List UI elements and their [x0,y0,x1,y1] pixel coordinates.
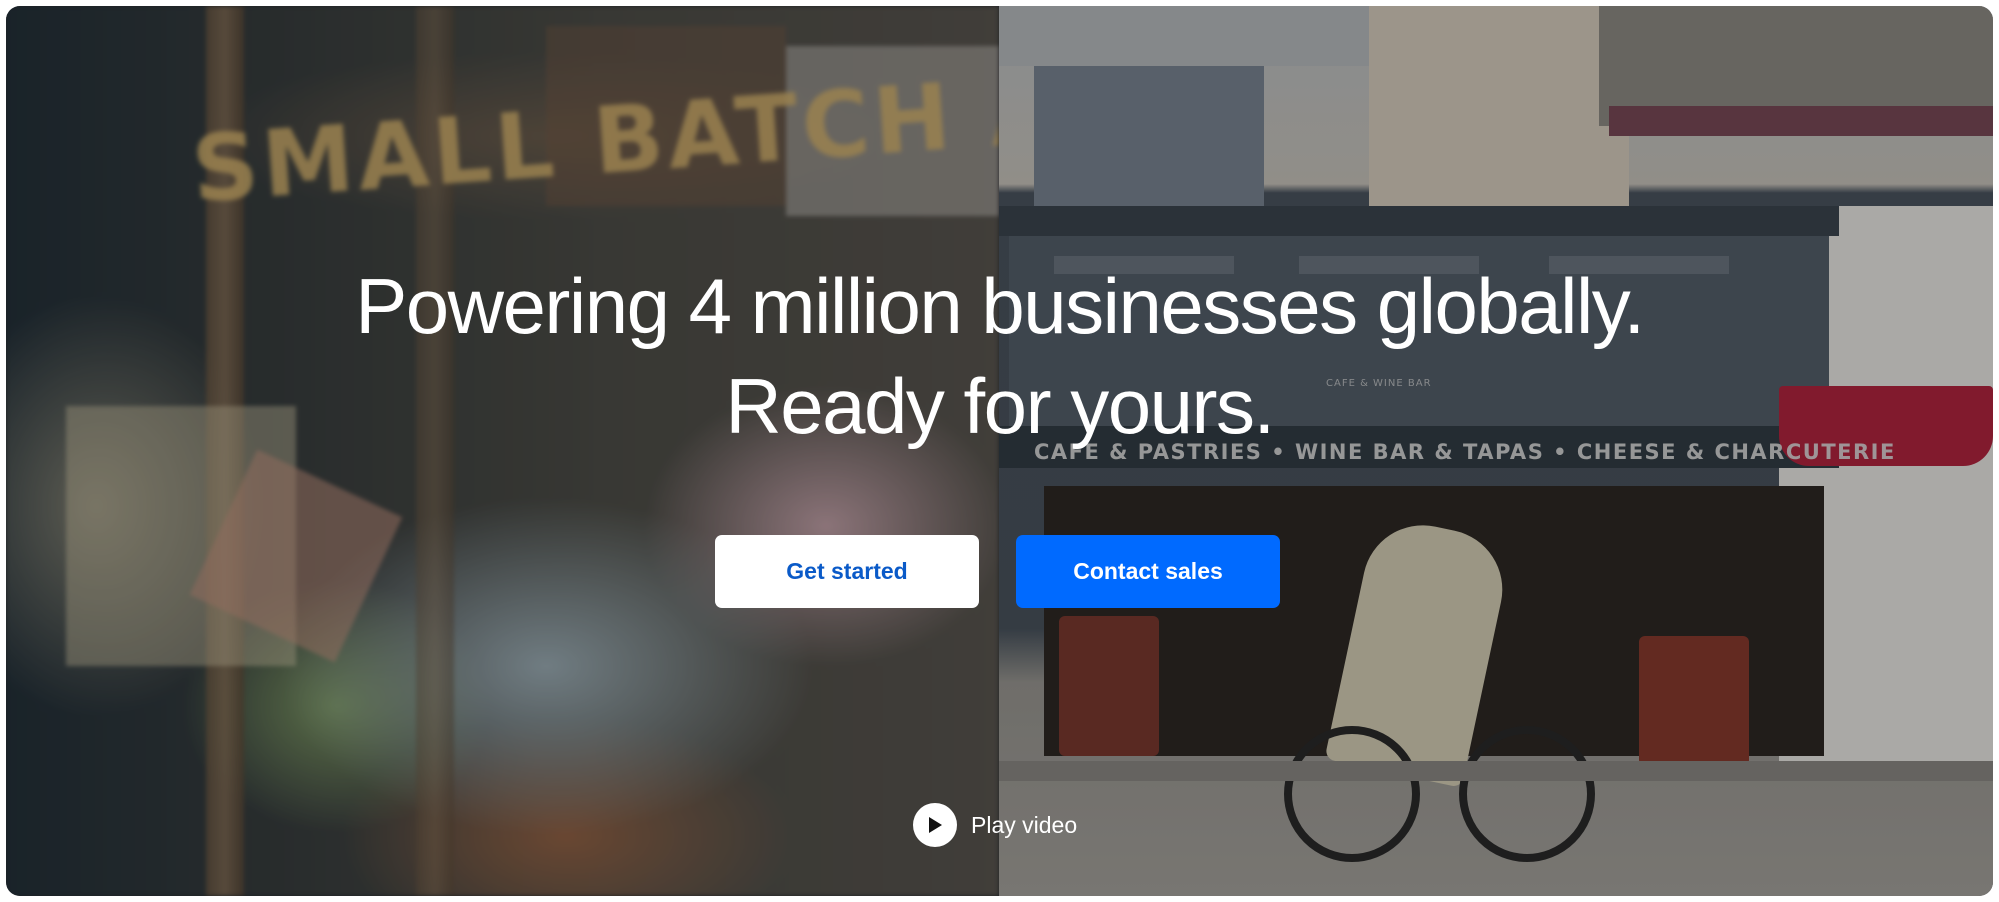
headline-line-1: Powering 4 million businesses globally. [355,262,1645,350]
contact-sales-button[interactable]: Contact sales [1016,535,1280,608]
hero-section: SMALL BATCH ART CAFE & WINE BAR CAFE & P… [6,6,1993,896]
play-icon[interactable] [913,803,957,847]
hero-headline: Powering 4 million businesses globally. … [6,256,1993,456]
play-video-label[interactable]: Play video [971,812,1077,839]
play-video-button[interactable]: Play video [913,803,1077,847]
headline-line-2: Ready for yours. [725,362,1275,450]
get-started-button[interactable]: Get started [715,535,979,608]
